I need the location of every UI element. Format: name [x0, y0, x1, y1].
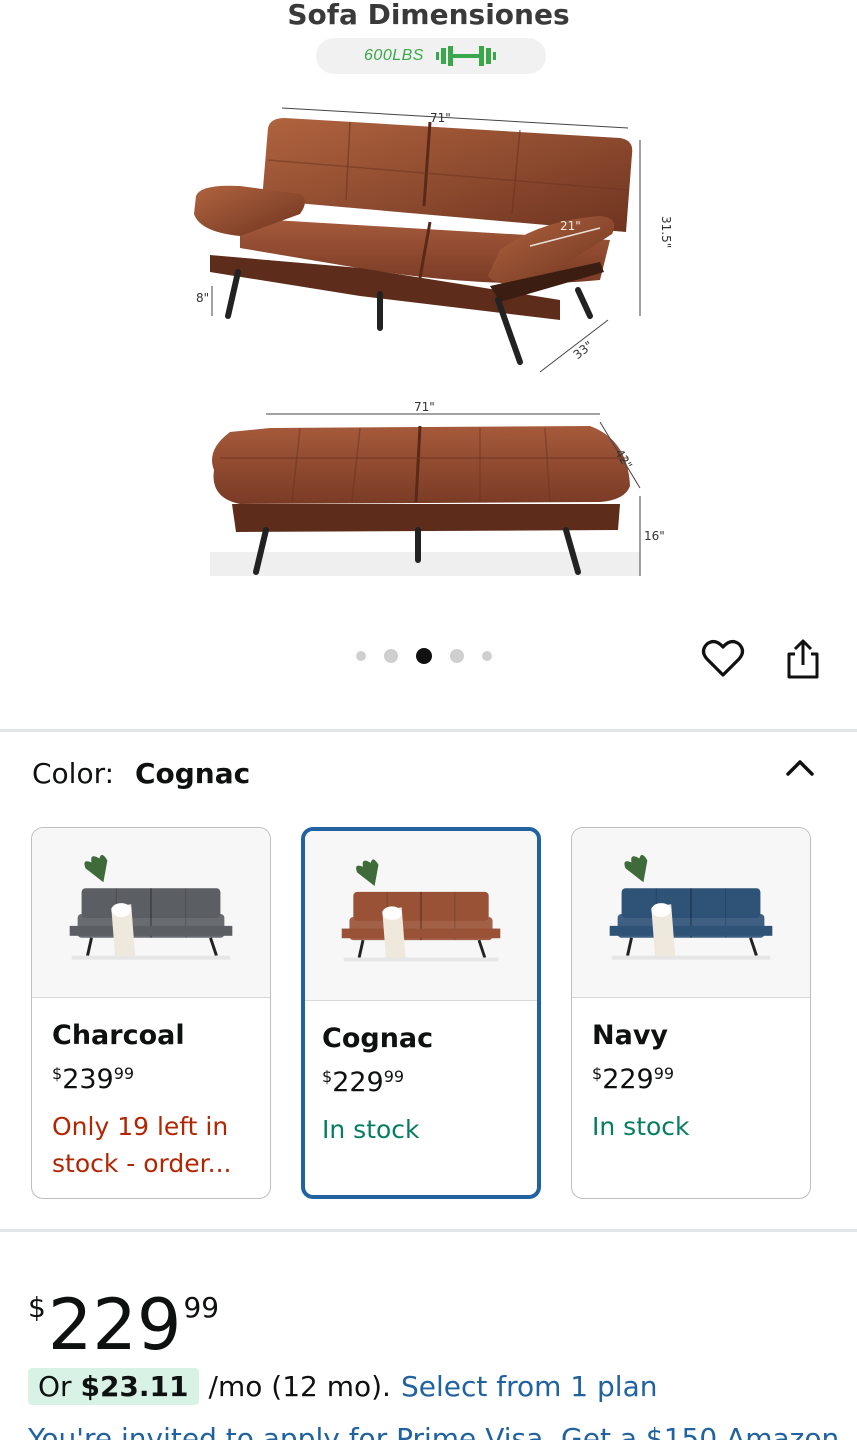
product-image-carousel[interactable]: Sofa Dimensiones 600LBS 71" 21" 31.5" 8"… [0, 0, 857, 728]
product-price: $22999 [28, 1268, 219, 1365]
sofa-upright [194, 107, 641, 373]
color-option-charcoal[interactable]: Charcoal $23999 Only 19 left in stock - or… [31, 827, 271, 1199]
color-selector-header: Color: Cognac [32, 757, 250, 790]
color-option-thumbnail [32, 828, 270, 998]
share-icon [787, 639, 819, 679]
dim-top-width: 71" [430, 111, 451, 125]
color-option-stock: In stock [592, 1112, 690, 1141]
image-title: Sofa Dimensiones [287, 0, 570, 31]
price-dollars: 229 [47, 1284, 182, 1366]
color-option-cognac[interactable]: Cognac $22999 In stock [301, 827, 541, 1199]
dim-arm-length: 21" [560, 219, 581, 233]
section-divider [0, 1229, 857, 1232]
sofa-dimension-illustration: 71" 21" 31.5" 8" 33" 71" 42" 16" [194, 107, 673, 576]
color-option-price: $22999 [322, 1067, 405, 1098]
sofa-thumbnail-icon [341, 859, 501, 962]
sofa-bed-flat [210, 413, 641, 576]
color-option-price: $22999 [592, 1064, 675, 1095]
dim-bed-height: 16" [644, 529, 665, 543]
carousel-dot[interactable] [356, 651, 366, 661]
heart-icon [701, 640, 745, 677]
color-option-thumbnail [305, 831, 537, 1001]
sofa-thumbnail-icon [609, 854, 773, 960]
dim-bed-width: 71" [414, 400, 435, 414]
price-cents: 99 [183, 1291, 220, 1324]
weight-label: 600LBS [364, 47, 424, 64]
weight-capacity-badge: 600LBS [316, 38, 546, 74]
dim-depth: 33" [571, 338, 596, 362]
color-option-name: Charcoal [52, 1020, 185, 1051]
select-plan-link[interactable]: Select from 1 plan [401, 1370, 658, 1403]
selected-color: Cognac [134, 757, 251, 790]
price-currency: $ [28, 1291, 46, 1324]
section-divider [0, 729, 857, 732]
color-option-name: Navy [592, 1020, 669, 1051]
favorite-button[interactable] [700, 636, 746, 682]
carousel-dot[interactable] [482, 651, 492, 661]
dim-leg-height: 8" [196, 291, 209, 305]
color-option-stock: Only 19 left in stock - order... [52, 1112, 232, 1178]
prime-visa-promo-link[interactable]: You're invited to apply for Prime Visa. … [28, 1422, 839, 1440]
color-label: Color: [32, 757, 115, 790]
chevron-up-icon [786, 760, 814, 776]
monthly-payment-badge: Or $23.11 [28, 1368, 199, 1405]
carousel-indicator[interactable] [356, 648, 492, 664]
color-option-thumbnail [572, 828, 810, 998]
color-option-navy[interactable]: Navy $22999 In stock [571, 827, 811, 1199]
collapse-button[interactable] [780, 752, 820, 784]
dim-height: 31.5" [659, 216, 673, 248]
carousel-dot[interactable] [384, 649, 398, 663]
color-option-stock: In stock [322, 1115, 420, 1144]
color-option-price: $23999 [52, 1064, 135, 1095]
financing-row: Or $23.11 /mo (12 mo). Select from 1 pla… [28, 1368, 657, 1405]
carousel-dot[interactable] [416, 648, 432, 664]
dumbbell-icon [435, 46, 496, 66]
carousel-dot[interactable] [450, 649, 464, 663]
monthly-amount: $23.11 [80, 1370, 189, 1403]
sofa-thumbnail-icon [69, 854, 233, 960]
color-option-name: Cognac [322, 1023, 434, 1054]
financing-prefix: Or [38, 1370, 72, 1403]
share-button[interactable] [780, 636, 826, 682]
financing-terms: /mo (12 mo). [208, 1370, 391, 1403]
